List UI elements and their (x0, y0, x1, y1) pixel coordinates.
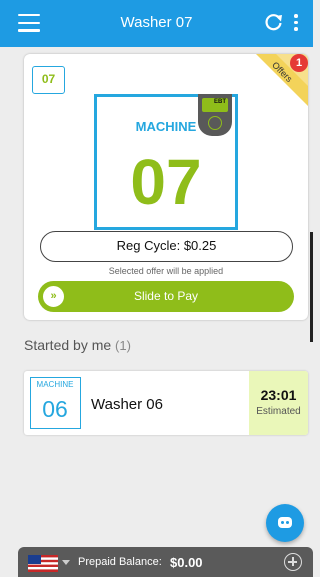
balance-value: $0.00 (170, 555, 203, 570)
more-vert-icon[interactable] (293, 14, 299, 32)
top-app-bar: Washer 07 (0, 0, 313, 47)
started-title: Started by me (24, 337, 112, 353)
slide-to-pay[interactable]: » Slide to Pay (38, 281, 294, 312)
offers-ribbon[interactable]: Offers 1 (248, 54, 308, 114)
machine-name: Washer 06 (91, 396, 163, 413)
refresh-icon[interactable] (264, 12, 284, 32)
machine-chip: MACHINE 06 (30, 377, 81, 429)
balance-bar: Prepaid Balance: $0.00 (18, 547, 313, 577)
offer-note: Selected offer will be applied (108, 266, 224, 276)
us-flag-icon[interactable] (28, 555, 58, 572)
time-note: Estimated (256, 406, 301, 417)
cycle-selector[interactable]: Reg Cycle: $0.25 (40, 231, 293, 262)
chevron-down-icon[interactable] (62, 560, 70, 565)
machine-chip-number: 06 (42, 396, 68, 422)
started-section-title: Started by me (1) (24, 337, 131, 353)
check-circle-icon (208, 116, 222, 130)
scrollbar[interactable] (310, 232, 313, 342)
balance-label: Prepaid Balance: (78, 556, 162, 568)
machine-chip-label: MACHINE (36, 380, 74, 389)
machine-chip: 07 (32, 66, 65, 94)
time-remaining: 23:01 Estimated (249, 371, 308, 435)
machine-display: MACHINE 07 EBT (94, 94, 238, 230)
list-item[interactable]: MACHINE 06 Washer 06 23:01 Estimated (24, 371, 308, 435)
bot-icon (278, 517, 292, 528)
offers-badge: 1 (290, 54, 308, 72)
ebt-card-icon: EBT (202, 98, 228, 112)
time-value: 23:01 (260, 387, 297, 403)
machine-card: 07 Offers 1 MACHINE 07 EBT Reg Cycle: $0… (24, 54, 308, 320)
started-count: (1) (115, 338, 131, 353)
slide-to-pay-label: Slide to Pay (133, 289, 199, 303)
ebt-badge: EBT (198, 94, 232, 136)
chat-fab[interactable] (266, 504, 304, 542)
ebt-label: EBT (214, 99, 226, 105)
machine-number: 07 (130, 146, 202, 218)
add-circle-icon[interactable] (284, 553, 302, 571)
